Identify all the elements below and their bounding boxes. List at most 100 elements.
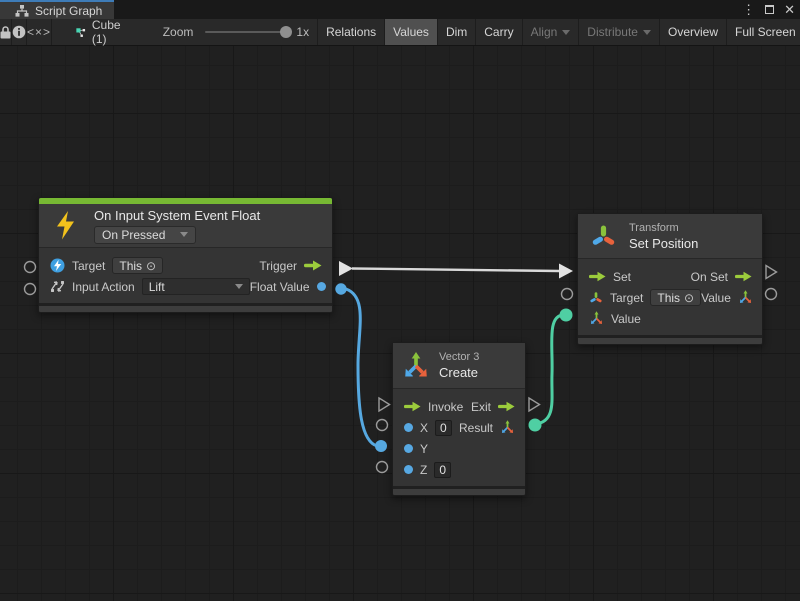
lock-icon (0, 26, 11, 39)
flow-arrow-icon (404, 401, 421, 412)
target-object-field[interactable]: This ⊙ (112, 257, 163, 274)
row-value: Value (578, 308, 762, 329)
toolbar-button-overview[interactable]: Overview (659, 19, 726, 45)
value-out-label: Value (701, 291, 731, 305)
row-x: X 0 Result (393, 417, 525, 438)
value-in-label: Value (611, 312, 641, 326)
zoom-label: Zoom (163, 25, 194, 39)
window-close-icon[interactable]: ✕ (784, 0, 795, 19)
tab-script-graph[interactable]: Script Graph (0, 0, 114, 19)
chevron-down-icon (643, 30, 651, 35)
input-system-icon (50, 258, 65, 273)
y-port-dot (404, 444, 413, 453)
object-picker-icon[interactable]: ⊙ (146, 260, 156, 272)
toolbar-button-values[interactable]: Values (384, 19, 437, 45)
transform-icon (590, 223, 617, 250)
node-transform-set-position[interactable]: Transform Set Position Set On Set (577, 213, 763, 345)
zoom-value: 1x (296, 25, 309, 39)
node-category: Vector 3 (439, 351, 479, 363)
node-title: Set Position (629, 236, 698, 251)
transform-mini-icon (589, 291, 603, 305)
float-value-label: Float Value (250, 280, 310, 294)
chevron-down-icon (562, 30, 570, 35)
button-label: Dim (446, 25, 467, 39)
info-button[interactable] (12, 19, 27, 45)
window-maximize-icon[interactable] (765, 5, 774, 14)
zoom-slider-handle[interactable] (280, 26, 292, 38)
target-object-field[interactable]: This ⊙ (650, 289, 701, 306)
node-on-input-system-event-float[interactable]: On Input System Event Float On Pressed T… (38, 197, 333, 313)
toolbar-button-distribute[interactable]: Distribute (578, 19, 659, 45)
vector3-mini-icon (500, 420, 515, 435)
z-label: Z (420, 463, 427, 477)
event-mode-dropdown[interactable]: On Pressed (94, 226, 196, 244)
vector3-mini-icon (589, 311, 604, 326)
z-value-field[interactable]: 0 (434, 462, 451, 478)
chevron-down-icon (235, 284, 243, 289)
toolbar-button-fullscreen[interactable]: Full Screen (726, 19, 800, 45)
flow-arrow-icon (304, 260, 322, 271)
button-label: Carry (484, 25, 513, 39)
event-mode-value: On Pressed (102, 228, 165, 242)
window-controls: ⋮ ✕ (742, 0, 795, 19)
row-target: Target This ⊙ Trigger (39, 255, 332, 276)
input-action-label: Input Action (72, 280, 135, 294)
toolbar-button-carry[interactable]: Carry (475, 19, 521, 45)
toolbar-button-align[interactable]: Align (522, 19, 579, 45)
x-value-field[interactable]: 0 (435, 420, 452, 436)
invoke-label: Invoke (428, 400, 463, 414)
float-value-port-dot (317, 282, 326, 291)
exit-label: Exit (471, 400, 491, 414)
lightning-bolt-icon (50, 211, 94, 240)
vector3-mini-icon (738, 290, 753, 305)
inspect-values-toggle[interactable]: <×> (27, 19, 52, 45)
target-label: Target (72, 259, 105, 273)
input-action-icon (50, 279, 65, 294)
toolbar-buttons: Relations Values Dim Carry Align Distrib… (317, 19, 800, 45)
set-label: Set (613, 270, 631, 284)
window-menu-icon[interactable]: ⋮ (742, 0, 755, 19)
result-label: Result (459, 421, 493, 435)
zoom-control: Zoom 1x (163, 19, 317, 45)
row-z: Z 0 (393, 459, 525, 480)
object-picker-icon[interactable]: ⊙ (684, 292, 694, 304)
x-port-dot (404, 423, 413, 432)
row-input-action: Input Action Lift Float Value (39, 276, 332, 297)
button-label: Overview (668, 25, 718, 39)
lock-button[interactable] (0, 19, 12, 45)
input-action-dropdown[interactable]: Lift (142, 278, 250, 295)
tab-label: Script Graph (35, 4, 102, 18)
row-y: Y (393, 438, 525, 459)
script-graph-icon (15, 5, 29, 17)
node-vector3-create[interactable]: Vector 3 Create Invoke Exit (392, 342, 526, 496)
toolbar-button-relations[interactable]: Relations (317, 19, 384, 45)
zoom-slider[interactable] (205, 31, 287, 33)
graph-toolbar: <×> Cube (1) Zoom 1x Relations Values Di… (0, 19, 800, 46)
inspect-values-label: <×> (27, 25, 51, 39)
flow-arrow-icon (498, 401, 515, 412)
vector3-icon (402, 352, 430, 380)
x-label: X (420, 421, 428, 435)
button-label: Values (393, 25, 429, 39)
chevron-down-icon (180, 232, 188, 237)
node-title: Create (439, 365, 479, 380)
button-label: Align (531, 25, 558, 39)
toolbar-button-dim[interactable]: Dim (437, 19, 475, 45)
button-label: Full Screen (735, 25, 796, 39)
graph-asset-icon (76, 26, 86, 39)
node-footer (578, 335, 762, 344)
button-label: Distribute (587, 25, 638, 39)
target-object-value: This (119, 259, 142, 273)
flow-arrow-icon (735, 271, 752, 282)
node-category: Transform (629, 222, 698, 234)
graph-target-breadcrumb[interactable]: Cube (1) (66, 19, 135, 45)
y-label: Y (420, 442, 428, 456)
visual-scripting-window: Script Graph ⋮ ✕ <×> (0, 0, 800, 601)
z-port-dot (404, 465, 413, 474)
input-action-value: Lift (149, 280, 165, 294)
row-set: Set On Set (578, 266, 762, 287)
row-invoke: Invoke Exit (393, 396, 525, 417)
target-label: Target (610, 291, 643, 305)
info-icon (12, 25, 26, 39)
tab-bar: Script Graph ⋮ ✕ (0, 0, 800, 19)
